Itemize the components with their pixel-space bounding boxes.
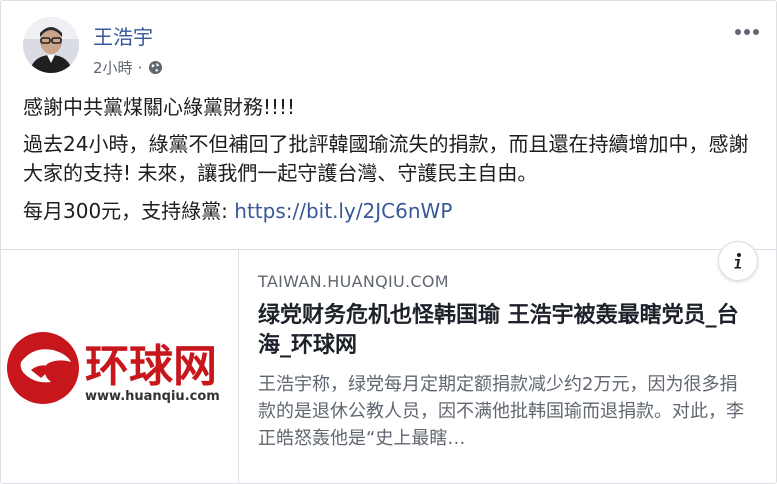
post-text: 感謝中共黨煤關心綠黨財務!!!! 過去24小時，綠黨不但補回了批評韓國瑜流失的捐…: [23, 93, 758, 226]
huanqiu-logo: 环球网 www.huanqiu.com: [7, 332, 220, 404]
support-text: 每月300元，支持綠黨:: [23, 199, 235, 223]
info-icon[interactable]: [718, 241, 758, 281]
more-options-icon[interactable]: [734, 19, 760, 41]
meta-separator: ·: [137, 58, 143, 77]
post-card: 王浩宇 2小時 · 感謝中共黨煤關心綠黨財務!!!! 過去24小時，綠黨不但補回…: [0, 0, 777, 484]
post-meta: 2小時 ·: [93, 57, 163, 78]
post-paragraph-3: 每月300元，支持綠黨: https://bit.ly/2JC6nWP: [23, 197, 758, 226]
link-preview-card[interactable]: 环球网 www.huanqiu.com TAIWAN.HUANQIU.COM 绿…: [1, 249, 776, 483]
avatar-photo: [23, 17, 79, 73]
globe-icon[interactable]: [148, 60, 163, 75]
author-name[interactable]: 王浩宇: [93, 21, 153, 50]
donation-link[interactable]: https://bit.ly/2JC6nWP: [234, 199, 452, 223]
logo-url: www.huanqiu.com: [85, 389, 220, 404]
link-preview-image[interactable]: 环球网 www.huanqiu.com: [1, 250, 239, 483]
post-timestamp[interactable]: 2小時: [93, 57, 133, 78]
author-avatar[interactable]: [23, 17, 79, 73]
post-paragraph-2: 過去24小時，綠黨不但補回了批評韓國瑜流失的捐款，而且還在持續增加中，感謝大家的…: [23, 132, 749, 185]
link-preview-body[interactable]: TAIWAN.HUANQIU.COM 绿党财务危机也怪韩国瑜 王浩宇被轰最瞎党员…: [258, 272, 758, 452]
link-description: 王浩宇称，绿党每月定期定额捐款减少约2万元，因为很多捐款的是退休公教人员，因不满…: [258, 374, 744, 449]
post-paragraph-1: 感謝中共黨煤關心綠黨財務!!!!: [23, 95, 296, 119]
logo-text: 环球网: [85, 341, 217, 392]
link-domain: TAIWAN.HUANQIU.COM: [258, 272, 449, 291]
link-title[interactable]: 绿党财务危机也怪韩国瑜 王浩宇被轰最瞎党员_台海_环球网: [258, 301, 743, 361]
